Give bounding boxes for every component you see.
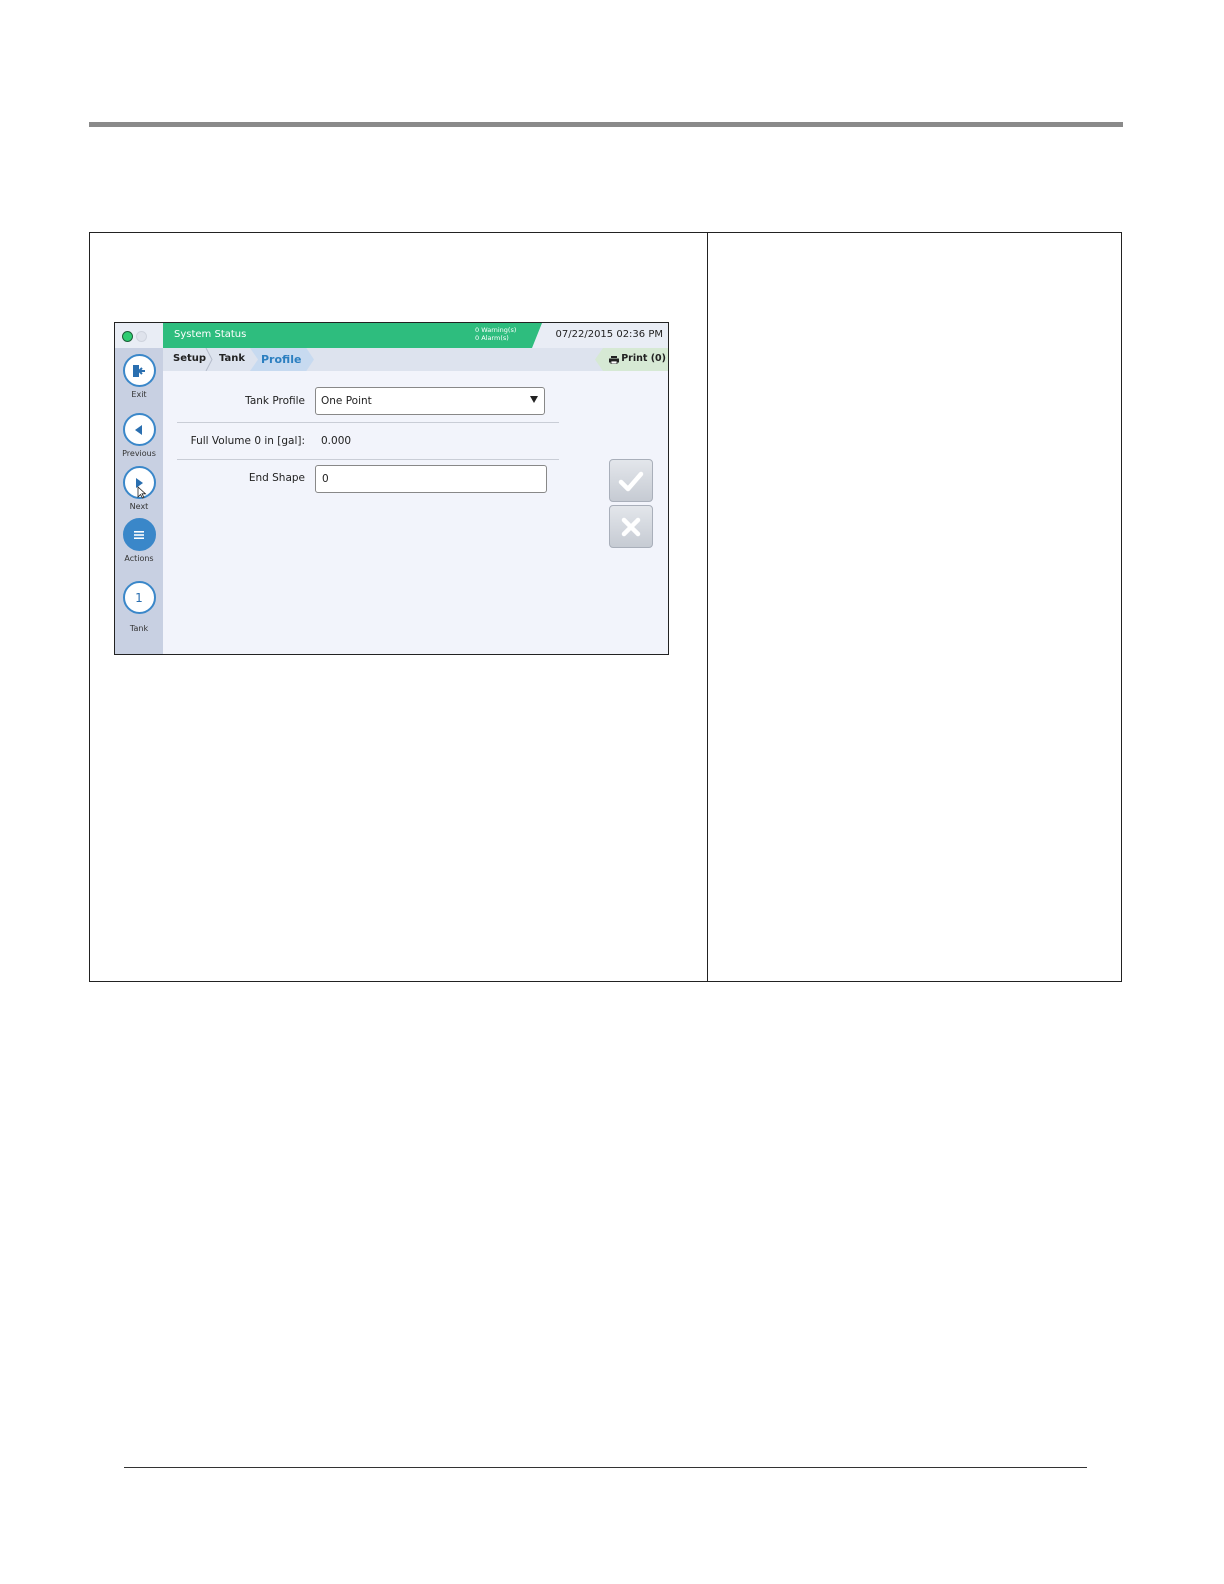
- table-column-divider: [707, 233, 708, 981]
- next-label: Next: [129, 502, 149, 511]
- print-button[interactable]: Print (0): [595, 348, 668, 371]
- dropdown-arrow-icon: [530, 396, 538, 403]
- next-button[interactable]: Next: [115, 466, 163, 511]
- tank-label: Tank: [129, 624, 149, 633]
- status-indicator-area: [115, 323, 163, 348]
- row-divider: [177, 459, 559, 460]
- print-label: Print (0): [621, 353, 666, 364]
- row-divider: [177, 422, 559, 423]
- exit-button[interactable]: Exit: [115, 354, 163, 399]
- breadcrumb-tank[interactable]: Tank: [219, 353, 245, 364]
- full-volume-label: Full Volume 0 in [gal]:: [190, 435, 305, 447]
- datetime: 07/22/2015 02:36 PM: [555, 329, 663, 340]
- warning-count: 0 Warning(s): [475, 326, 517, 334]
- tank-profile-label: Tank Profile: [245, 395, 305, 407]
- actions-label: Actions: [124, 554, 154, 563]
- tank-number-icon: 1: [122, 581, 156, 614]
- breadcrumb-separator-icon: [205, 348, 213, 371]
- status-ok-icon: [122, 331, 133, 342]
- end-shape-input[interactable]: 0: [315, 465, 547, 493]
- status-idle-icon: [136, 331, 147, 342]
- actions-menu-icon: [122, 518, 156, 551]
- breadcrumb-setup[interactable]: Setup: [173, 353, 206, 364]
- exit-icon: [122, 354, 156, 387]
- console-screenshot: Exit Previous Next Actions 1 Tank System…: [114, 322, 669, 655]
- checkmark-icon: [618, 471, 644, 491]
- previous-arrow-icon: [122, 413, 156, 446]
- footer-rule: [124, 1467, 1087, 1468]
- full-volume-value: 0.000: [321, 435, 352, 447]
- title-bar: System Status 0 Warning(s) 0 Alarm(s) 07…: [163, 323, 668, 348]
- alarm-count: 0 Alarm(s): [475, 334, 509, 342]
- system-status-title[interactable]: System Status: [174, 329, 246, 340]
- breadcrumb: Setup Tank Profile Print (0): [163, 348, 668, 371]
- close-icon: [621, 517, 641, 536]
- printer-icon: [609, 356, 619, 364]
- datetime-panel: 07/22/2015 02:36 PM: [532, 323, 668, 348]
- end-shape-value: 0: [322, 473, 329, 485]
- mouse-cursor-icon: [137, 486, 147, 499]
- previous-button[interactable]: Previous: [115, 413, 163, 458]
- warning-alarm-counts[interactable]: 0 Warning(s) 0 Alarm(s): [475, 326, 516, 342]
- end-shape-label: End Shape: [248, 472, 305, 484]
- tank-profile-select[interactable]: One Point: [315, 387, 545, 415]
- cancel-button[interactable]: [609, 505, 653, 548]
- accept-button[interactable]: [609, 459, 653, 502]
- actions-button[interactable]: Actions: [115, 518, 163, 563]
- tank-button[interactable]: 1 Tank: [115, 581, 163, 633]
- previous-label: Previous: [122, 449, 156, 458]
- sidebar: Exit Previous Next Actions 1 Tank: [115, 323, 163, 654]
- exit-label: Exit: [131, 390, 147, 399]
- header-rule: [89, 122, 1123, 127]
- breadcrumb-profile[interactable]: Profile: [261, 353, 301, 366]
- tank-profile-value: One Point: [321, 395, 372, 407]
